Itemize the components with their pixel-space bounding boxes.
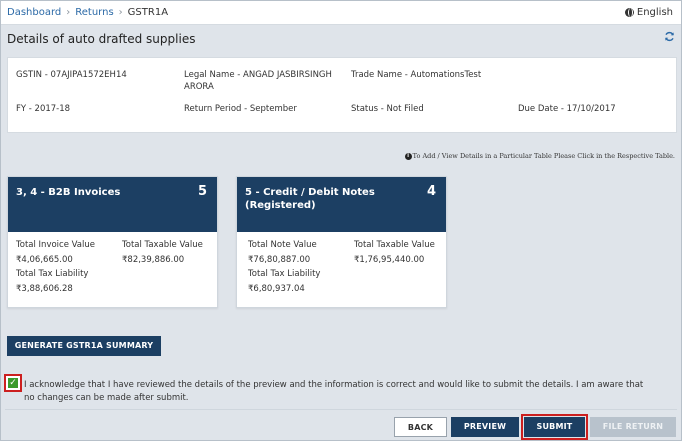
stat-label: Total Taxable Value [122,240,203,250]
card-title: 5 - Credit / Debit Notes (Registered) [245,187,375,211]
stat-value: ₹3,88,606.28 [16,284,73,294]
trade-name: Trade Name - AutomationsTest [351,70,482,80]
card-credit-debit-notes[interactable]: 5 - Credit / Debit Notes (Registered) 4 … [236,176,447,308]
breadcrumb-separator: › [66,7,71,18]
back-button[interactable]: BACK [394,417,447,437]
stat-label: Total Tax Liability [16,269,89,279]
acknowledge-highlight: ✓ [4,374,22,392]
due-date: Due Date - 17/10/2017 [518,104,616,114]
refresh-icon[interactable] [664,31,675,45]
top-bar: Dashboard › Returns › GSTR1A English [1,1,681,25]
table-hint: i To Add / View Details in a Particular … [404,152,675,160]
acknowledge-text: I acknowledge that I have reviewed the d… [24,380,644,403]
card-body: Total Note Value ₹76,80,887.00 Total Tax… [237,232,446,307]
divider [5,409,677,410]
stat-value: ₹82,39,886.00 [122,255,185,265]
breadcrumb-separator: › [118,7,123,18]
gstin: GSTIN - 07AJIPA1572EH14 [16,70,127,80]
breadcrumb-current: GSTR1A [127,7,169,18]
return-info-panel: GSTIN - 07AJIPA1572EH14 Legal Name - ANG… [7,57,677,133]
return-status: Status - Not Filed [351,104,424,114]
breadcrumb-returns[interactable]: Returns [75,7,113,18]
generate-summary-button[interactable]: GENERATE GSTR1A SUMMARY [7,336,161,356]
globe-icon [624,8,634,17]
page-title: Details of auto drafted supplies [7,32,196,46]
legal-name-line2: ARORA [184,82,214,92]
card-title: 3, 4 - B2B Invoices [16,187,121,198]
return-period: Return Period - September [184,104,297,114]
stat-value: ₹76,80,887.00 [248,255,311,265]
breadcrumb-dashboard[interactable]: Dashboard [7,7,61,18]
stat-value: ₹6,80,937.04 [248,284,305,294]
file-return-button[interactable]: FILE RETURN [590,417,676,437]
card-count: 4 [426,184,436,199]
card-body: Total Invoice Value ₹4,06,665.00 Total T… [8,232,217,307]
info-icon: i [404,152,412,160]
card-header: 3, 4 - B2B Invoices 5 [8,177,217,232]
language-label: English [636,7,673,18]
stat-label: Total Note Value [248,240,317,250]
stat-label: Total Invoice Value [16,240,95,250]
preview-button[interactable]: PREVIEW [451,417,519,437]
legal-name: Legal Name - ANGAD JASBIRSINGH ARORA [184,69,332,93]
card-count: 5 [197,184,207,199]
financial-year: FY - 2017-18 [16,104,71,114]
legal-name-line1: Legal Name - ANGAD JASBIRSINGH [184,70,332,80]
card-header: 5 - Credit / Debit Notes (Registered) 4 [237,177,446,232]
breadcrumb: Dashboard › Returns › GSTR1A [7,7,168,18]
stat-label: Total Taxable Value [354,240,435,250]
stat-value: ₹4,06,665.00 [16,255,73,265]
acknowledge-checkbox[interactable]: ✓ [8,378,18,388]
hint-text: To Add / View Details in a Particular Ta… [412,152,675,160]
card-b2b-invoices[interactable]: 3, 4 - B2B Invoices 5 Total Invoice Valu… [7,176,218,308]
stat-label: Total Tax Liability [248,269,321,279]
language-selector[interactable]: English [624,7,673,18]
stat-value: ₹1,76,95,440.00 [354,255,425,265]
submit-button[interactable]: SUBMIT [521,414,588,440]
